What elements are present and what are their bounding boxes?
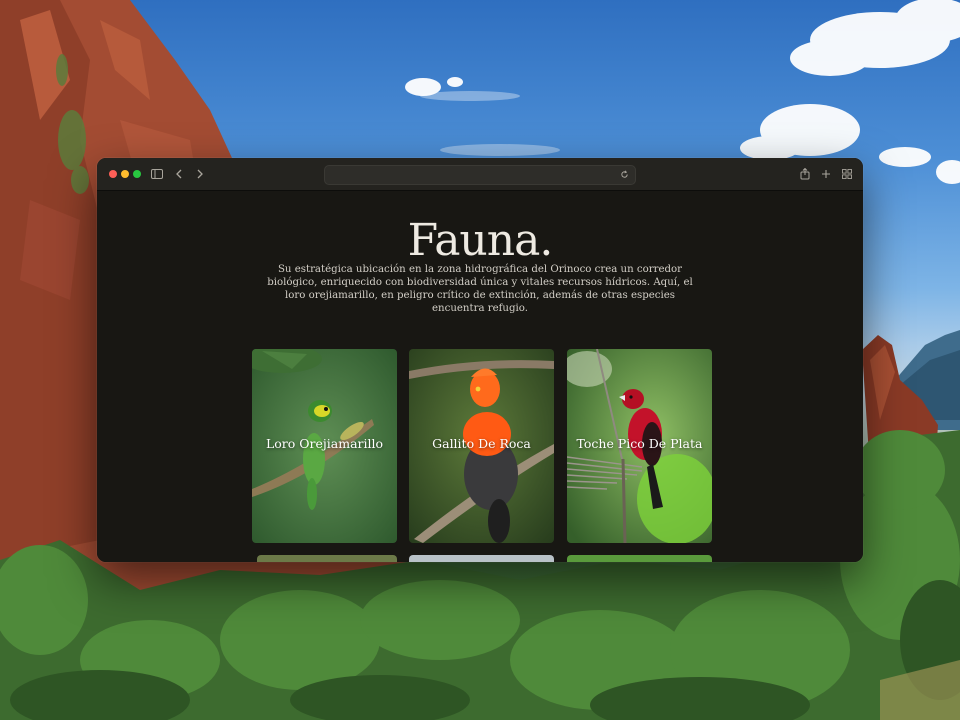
address-bar[interactable] — [324, 165, 636, 185]
fauna-page: Fauna. Su estratégica ubicación en la zo… — [97, 191, 863, 562]
share-icon[interactable] — [797, 166, 813, 182]
forward-icon[interactable] — [192, 166, 208, 182]
new-tab-icon[interactable] — [818, 166, 834, 182]
species-card-toche-pico-de-plata[interactable]: Toche Pico De Plata — [567, 349, 712, 543]
species-card-row2-1[interactable] — [257, 555, 397, 562]
tab-overview-icon[interactable] — [839, 166, 855, 182]
page-intro: Su estratégica ubicación en la zona hidr… — [267, 264, 693, 314]
close-window-button[interactable] — [109, 170, 117, 178]
sidebar-icon[interactable] — [149, 166, 165, 182]
species-card-row2-2[interactable] — [409, 555, 554, 562]
reload-icon[interactable] — [617, 167, 631, 181]
card-label: Loro Orejiamarillo — [265, 436, 384, 451]
page-title: Fauna. — [407, 215, 554, 266]
maximize-window-button[interactable] — [133, 170, 141, 178]
browser-toolbar — [97, 158, 863, 191]
minimize-window-button[interactable] — [121, 170, 129, 178]
species-card-loro-orejiamarillo[interactable]: Loro Orejiamarillo — [252, 349, 397, 543]
card-label: Gallito De Roca — [432, 436, 531, 451]
card-label: Toche Pico De Plata — [576, 436, 703, 451]
species-card-row2-3[interactable] — [567, 555, 712, 562]
browser-window: Fauna. Su estratégica ubicación en la zo… — [97, 158, 863, 562]
species-card-gallito-de-roca[interactable]: Gallito De Roca — [409, 349, 554, 543]
back-icon[interactable] — [171, 166, 187, 182]
